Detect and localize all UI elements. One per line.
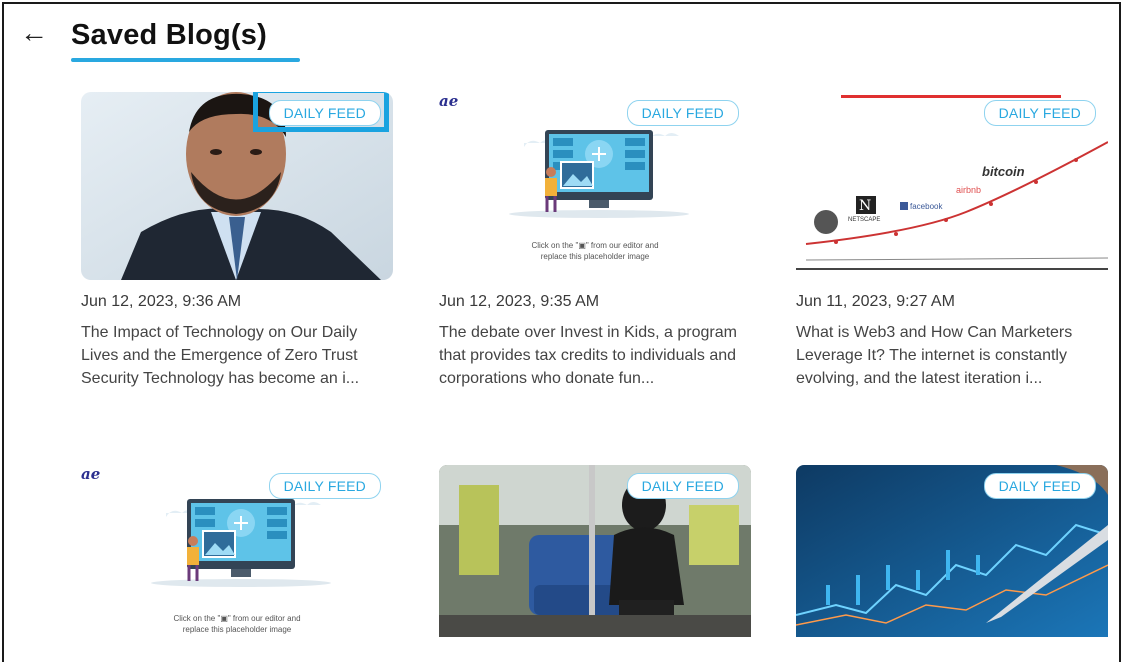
blog-card[interactable]: DAILY FEED [439, 465, 751, 637]
daily-feed-badge: DAILY FEED [983, 473, 1096, 499]
bitcoin-label: bitcoin [982, 164, 1025, 179]
blog-thumbnail[interactable]: ae Click on the "▣" from our editor and … [81, 465, 393, 637]
placeholder-caption: replace this placeholder image [540, 252, 650, 261]
back-arrow-icon[interactable]: ← [20, 18, 50, 48]
blog-card[interactable]: N bitcoin airbnb facebook NETSCAPE DAILY… [796, 92, 1108, 390]
blog-card[interactable]: ae Click on the "▣" from our editor and … [81, 465, 393, 637]
blog-date: Jun 12, 2023, 9:35 AM [439, 293, 600, 310]
placeholder-caption: replace this placeholder image [182, 625, 292, 634]
blog-excerpt[interactable]: What is Web3 and How Can Marketers Lever… [796, 321, 1108, 390]
blog-thumbnail[interactable]: DAILY FEED [439, 465, 751, 637]
highlight-box [253, 92, 389, 132]
placeholder-caption: Click on the "▣" from our editor and [173, 614, 301, 623]
blog-thumbnail[interactable]: N bitcoin airbnb facebook NETSCAPE DAILY… [796, 92, 1108, 280]
blog-excerpt[interactable]: The Impact of Technology on Our Daily Li… [81, 321, 393, 390]
ae-logo: ae [439, 92, 459, 110]
daily-feed-badge: DAILY FEED [626, 100, 739, 126]
netscape-label: NETSCAPE [848, 217, 881, 223]
daily-feed-badge: DAILY FEED [268, 473, 381, 499]
page-title: Saved Blog(s) [71, 19, 267, 51]
ae-logo: ae [81, 465, 101, 483]
daily-feed-badge: DAILY FEED [983, 100, 1096, 126]
svg-text:N: N [859, 198, 871, 214]
blog-thumbnail[interactable]: DAILY FEED [81, 92, 393, 280]
blog-card[interactable]: ae Click on the "▣" from our editor and … [439, 92, 751, 390]
blog-card[interactable]: DAILY FEED Jun 12, 2023, 9:36 AM The Imp… [81, 92, 393, 390]
daily-feed-badge: DAILY FEED [626, 473, 739, 499]
blog-date: Jun 11, 2023, 9:27 AM [796, 293, 955, 310]
blog-card[interactable]: DAILY FEED [796, 465, 1108, 637]
blog-date: Jun 12, 2023, 9:36 AM [81, 293, 242, 310]
blog-excerpt[interactable]: The debate over Invest in Kids, a progra… [439, 321, 751, 390]
blog-thumbnail[interactable]: ae Click on the "▣" from our editor and … [439, 92, 751, 280]
placeholder-caption: Click on the "▣" from our editor and [531, 241, 659, 250]
title-underline [71, 58, 300, 62]
facebook-label: facebook [910, 202, 943, 211]
airbnb-label: airbnb [956, 185, 982, 195]
blog-thumbnail[interactable]: DAILY FEED [796, 465, 1108, 637]
